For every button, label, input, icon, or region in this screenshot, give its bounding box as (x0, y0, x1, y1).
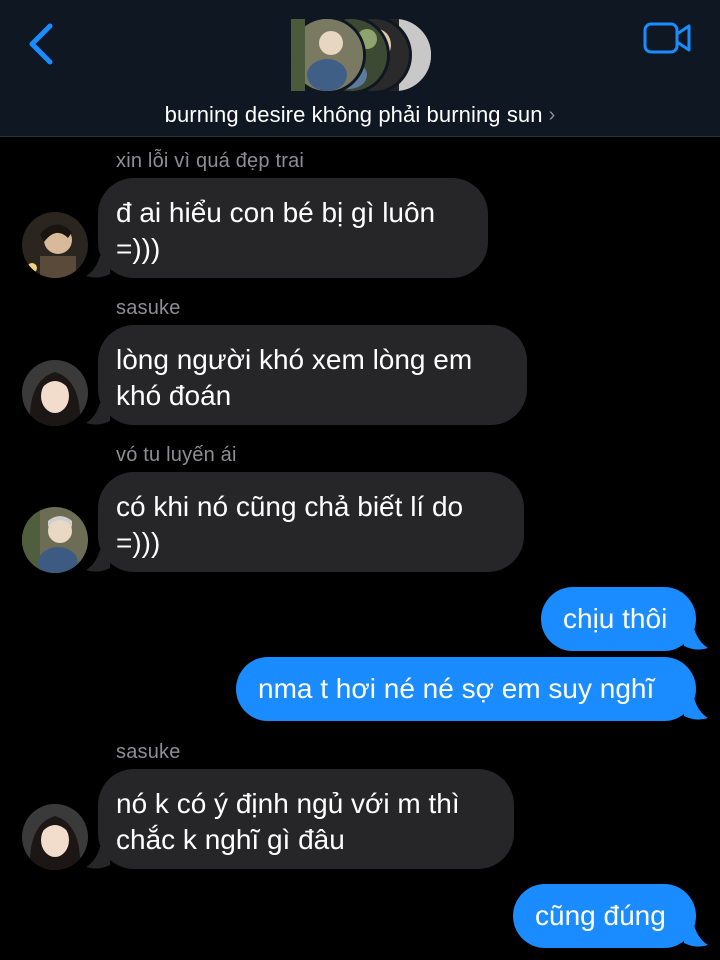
message-bubble[interactable]: lòng người khó xem lòng em khó đoán (98, 325, 527, 425)
sender-name: vó tu luyến ái (116, 444, 237, 466)
chevron-right-icon: › (548, 104, 556, 126)
message-bubble-outgoing[interactable]: chịu thôi (541, 587, 696, 651)
sender-name: sasuke (116, 741, 181, 763)
avatar[interactable] (22, 212, 88, 278)
group-member-avatar (288, 16, 366, 94)
message-text-line: khó đoán (116, 380, 232, 411)
message-bubble[interactable]: có khi nó cũng chả biết lí do =))) (98, 472, 524, 572)
video-call-button[interactable] (643, 20, 693, 58)
group-avatar-stack[interactable] (286, 14, 436, 98)
message-text-line: đ ai hiểu con bé bị gì luôn (116, 197, 436, 228)
message-text-line: =))) (116, 233, 161, 264)
message-text-line: lòng người khó xem lòng em (116, 344, 473, 375)
message-text-line: cũng đúng (535, 900, 666, 931)
video-camera-icon (643, 22, 691, 54)
chat-header: burning desire không phải burning sun › (0, 0, 720, 137)
group-title-link[interactable]: burning desire không phải burning sun › (0, 102, 720, 128)
avatar[interactable] (22, 804, 88, 870)
avatar[interactable] (22, 507, 88, 573)
sender-name: xin lỗi vì quá đẹp trai (116, 150, 305, 172)
back-button[interactable] (22, 20, 62, 68)
group-title: burning desire không phải burning sun (164, 102, 543, 127)
message-text-line: có khi nó cũng chả biết lí do (116, 491, 464, 522)
avatar[interactable] (22, 360, 88, 426)
chevron-left-icon (29, 23, 53, 65)
message-text-line: chắc k nghĩ gì đâu (116, 824, 345, 855)
message-bubble-outgoing[interactable]: cũng đúng (513, 884, 696, 948)
message-text-line: chịu thôi (563, 603, 668, 634)
message-bubble-outgoing[interactable]: nma t hơi né né sợ em suy nghĩ (236, 657, 696, 721)
message-text-line: =))) (116, 527, 161, 558)
message-bubble[interactable]: nó k có ý định ngủ với m thì chắc k nghĩ… (98, 769, 514, 869)
sender-name: sasuke (116, 297, 181, 319)
message-text-line: nma t hơi né né sợ em suy nghĩ (258, 673, 655, 704)
message-text-line: nó k có ý định ngủ với m thì (116, 788, 460, 819)
message-bubble[interactable]: đ ai hiểu con bé bị gì luôn =))) (98, 178, 488, 278)
